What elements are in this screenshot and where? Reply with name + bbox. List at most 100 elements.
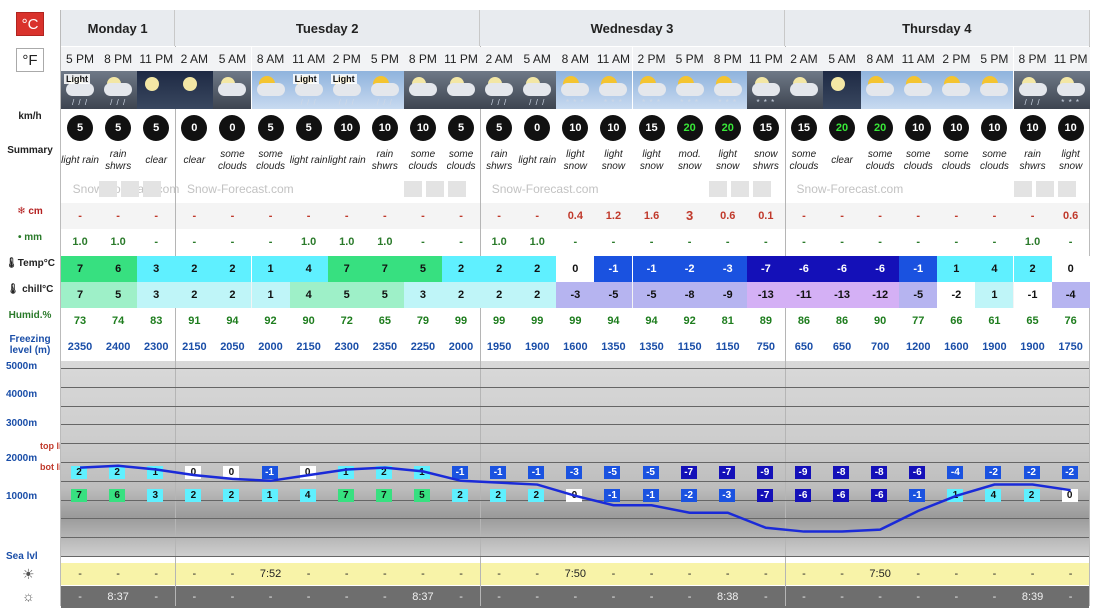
cloud-icon [980,83,1009,96]
brand-logo-icon [121,181,140,197]
chill-cell: -5 [632,282,671,308]
wind-arrow-icon: 5 [143,115,170,141]
light-snow-day-icon: * * * [594,71,633,109]
sunrise-time: - [1068,568,1073,580]
bot-lift-temp: 3 [147,488,164,502]
snow-cell: - [78,210,82,222]
snow-cell: - [116,210,120,222]
freezing-cell: 650 [832,341,852,353]
top-lift-temp: -7 [680,466,697,480]
wind-cell: 5 [99,112,137,144]
cloud-icon [561,83,590,96]
snow-cell: - [802,210,806,222]
wind-cell: 15 [747,112,785,144]
time-cell: 2 AM [784,47,823,71]
time-cell: 5 AM [213,47,252,71]
sunrise-time: - [192,568,197,580]
chill-cell: -9 [708,282,747,308]
humid-cell: 92 [264,315,277,327]
summary-text: light rain [327,155,366,166]
summary-text: rain shwrs [486,149,513,172]
time-cell: 5 PM [975,47,1014,71]
wind-arrow-icon: 10 [409,115,436,141]
humid-cell: 79 [416,315,430,327]
time-cell: 5 PM [670,47,709,71]
altitude-gridline [61,443,1089,445]
cloud-icon [523,83,552,96]
moderate-snow-day-icon: * * * [670,71,709,109]
bot-lift-temp: 0 [566,488,583,502]
sunrise-time: - [840,568,844,580]
rain-cell: - [268,236,273,248]
cloud-icon [370,83,399,96]
brand-logo-icon [730,181,749,197]
day-header: Tuesday 2 [175,10,481,46]
summary-cell: rain shwrs [366,146,404,176]
top-lift-temp: -1 [452,466,469,480]
wind-cell: 0 [213,112,251,144]
snow-cell: 1.6 [643,210,660,222]
chill-cell: -5 [594,282,633,308]
rainfall-icon: / / / [300,98,317,107]
snow-cell: - [230,210,235,222]
top-lift-temp: -1 [490,466,507,480]
bot-lift-temp: -2 [680,488,697,502]
top-lift-temp: -8 [871,466,888,480]
wind-arrow-icon: 0 [181,115,208,141]
top-lift-temp: -2 [985,466,1002,480]
wind-arrow-icon: 10 [905,115,932,141]
temp-cell: -1 [632,256,671,282]
summary-cell: light rain [61,146,99,176]
sunrise-time: - [459,568,463,580]
bot-lift-temp: 2 [1023,488,1040,502]
rain-cell: - [573,236,578,248]
brand-logo-icon [448,181,467,197]
cloud-icon [408,83,437,96]
snowfall-icon: * * * [642,98,661,107]
altitude-gridline [61,424,1089,426]
wind-cell: 20 [709,112,747,144]
bot-lift-temp: -6 [794,488,811,502]
sea-level-label: Sea lvl [6,551,38,562]
top-lift-temp: -5 [604,466,621,480]
snowflake-icon: ❄ [17,206,29,217]
bot-lift-temp: 4 [299,488,316,502]
bot-lift-temp: 2 [185,488,202,502]
sunrise-time: - [687,568,692,580]
summary-text: some clouds [979,149,1009,172]
time-cell: 8 PM [708,47,747,71]
light-snow-day-icon: * * * [556,71,595,109]
altitude-gridline [61,462,1089,463]
rain-cell: - [611,236,616,248]
fahrenheit-toggle[interactable]: °F [16,48,44,72]
rain-showers-day-icon: / / / [365,71,404,109]
time-cell: 2 AM [175,47,214,71]
summary-text: some clouds [256,149,285,172]
bot-lift-temp: 2 [528,488,545,502]
forecast-root: °C °F km/h Summary ❄ cm • mm 🌡Temp°C 🌡 c… [0,0,1107,615]
summary-cell: light snow [594,146,632,176]
brand-logo-icon [1013,181,1032,197]
celsius-toggle[interactable]: °C [16,12,44,36]
clear-night-icon [175,71,214,109]
brand-logo-icon [99,181,118,197]
sunset-time: - [306,591,311,603]
brand-watermark: Snow-Forecast.com [491,182,599,196]
sunset-time: - [573,591,578,603]
moon-icon [145,77,160,91]
brand-logo-icon [426,181,445,197]
rain-cell: 1.0 [377,236,393,248]
top-lift-temp: 2 [375,466,392,480]
moon-icon [183,77,198,91]
top-lift-temp: -1 [528,466,545,480]
top-lift-temp: -9 [756,466,773,480]
chill-cell: 2 [175,282,214,308]
cloud-icon [447,83,476,96]
brand-logo-icon [1035,181,1054,197]
temp-cell: 7 [327,256,366,282]
summary-cell: mod. snow [671,146,709,176]
summary-text: light snow [639,149,664,172]
chill-cell: -2 [937,282,976,308]
day-header: Thursday 4 [784,10,1090,46]
wind-cell: 20 [671,112,709,144]
